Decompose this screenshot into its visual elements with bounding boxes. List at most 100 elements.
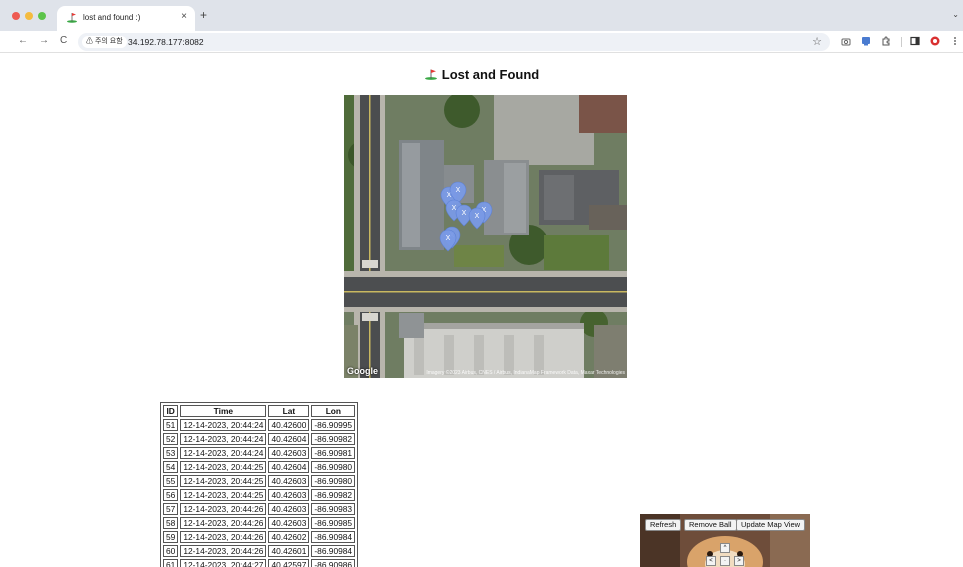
extensions-puzzle-icon[interactable] [881, 36, 891, 46]
marker-label: X [452, 205, 457, 212]
header-id: ID [163, 405, 179, 417]
security-warning-chip[interactable]: ⚠ 주의 요함 [82, 36, 127, 48]
refresh-button[interactable]: Refresh [645, 519, 682, 531]
table-row: 54 12-14-2023, 20:44:25 40.42604 -86.90980 [163, 461, 356, 473]
header-lat: Lat [268, 405, 310, 417]
golf-flag-icon [67, 13, 77, 23]
url-text[interactable]: 34.192.78.177:8082 [128, 36, 204, 48]
cell-lat: 40.42603 [268, 489, 310, 501]
table-row: 60 12-14-2023, 20:44:26 40.42601 -86.90984 [163, 545, 356, 557]
cell-time: 12-14-2023, 20:44:26 [180, 531, 267, 543]
page-title: Lost and Found [0, 67, 963, 82]
camera-feed-panel[interactable]: Refresh Remove Ball Update Map View ^ < … [640, 514, 810, 567]
cell-lon: -86.90986 [311, 559, 356, 567]
cell-lat: 40.42603 [268, 475, 310, 487]
marker-label: X [456, 187, 461, 194]
cell-id: 54 [163, 461, 179, 473]
table-row: 51 12-14-2023, 20:44:24 40.42600 -86.90995 [163, 419, 356, 431]
cell-time: 12-14-2023, 20:44:25 [180, 461, 267, 473]
cell-lon: -86.90985 [311, 517, 356, 529]
cell-id: 61 [163, 559, 179, 567]
screen-capture-icon[interactable] [861, 36, 871, 46]
forward-button[interactable]: → [39, 35, 49, 47]
location-marker[interactable]: X [439, 229, 457, 252]
google-logo: Google [347, 366, 378, 376]
profile-avatar-icon[interactable] [930, 36, 940, 46]
cell-lon: -86.90984 [311, 545, 356, 557]
cell-lat: 40.42603 [268, 447, 310, 459]
window-minimize-button[interactable] [25, 12, 33, 20]
tab-close-icon[interactable]: × [181, 11, 187, 23]
cell-lat: 40.42601 [268, 545, 310, 557]
cell-time: 12-14-2023, 20:44:25 [180, 475, 267, 487]
browser-toolbar: ← → C ⚠ 주의 요함 34.192.78.177:8082 ☆ [0, 31, 963, 53]
cell-lon: -86.90981 [311, 447, 356, 459]
cell-time: 12-14-2023, 20:44:27 [180, 559, 267, 567]
map-attribution: Imagery ©2023 Airbus, CNES / Airbus, Ind… [426, 370, 625, 376]
marker-label: X [446, 235, 451, 242]
cell-time: 12-14-2023, 20:44:24 [180, 447, 267, 459]
cell-id: 53 [163, 447, 179, 459]
update-map-view-button[interactable]: Update Map View [736, 519, 806, 531]
header-lon: Lon [311, 405, 356, 417]
cell-lat: 40.42602 [268, 531, 310, 543]
cell-lon: -86.90982 [311, 489, 356, 501]
reload-button[interactable]: C [60, 35, 67, 47]
table-row: 52 12-14-2023, 20:44:24 40.42604 -86.90982 [163, 433, 356, 445]
map-markers: X X X X X X X X [439, 181, 493, 252]
window-close-button[interactable] [12, 12, 20, 20]
cell-lon: -86.90983 [311, 503, 356, 515]
cell-time: 12-14-2023, 20:44:25 [180, 489, 267, 501]
marker-label: X [462, 210, 467, 217]
cell-time: 12-14-2023, 20:44:24 [180, 419, 267, 431]
back-button[interactable]: ← [18, 35, 28, 47]
cell-lat: 40.42600 [268, 419, 310, 431]
cell-time: 12-14-2023, 20:44:26 [180, 503, 267, 515]
marker-label: X [475, 213, 480, 220]
bookmark-star-icon[interactable]: ☆ [812, 35, 822, 49]
browser-titlebar: lost and found :) × + ⌄ [0, 0, 963, 31]
more-menu-icon[interactable] [950, 36, 960, 46]
cell-id: 52 [163, 433, 179, 445]
tab-title: lost and found :) [83, 13, 141, 22]
table-row: 57 12-14-2023, 20:44:26 40.42603 -86.90983 [163, 503, 356, 515]
side-panel-icon[interactable] [910, 36, 920, 46]
address-bar[interactable]: ⚠ 주의 요함 34.192.78.177:8082 ☆ [78, 33, 830, 51]
browser-tab[interactable]: lost and found :) × [57, 6, 195, 31]
cell-lon: -86.90980 [311, 475, 356, 487]
golf-flag-icon [424, 69, 437, 80]
move-left-button[interactable]: < [706, 556, 716, 566]
cell-lon: -86.90995 [311, 419, 356, 431]
camera-icon[interactable] [841, 36, 851, 46]
cell-time: 12-14-2023, 20:44:26 [180, 517, 267, 529]
table-row: 59 12-14-2023, 20:44:26 40.42602 -86.90984 [163, 531, 356, 543]
cell-lat: 40.42597 [268, 559, 310, 567]
window-maximize-button[interactable] [38, 12, 46, 20]
table-row: 56 12-14-2023, 20:44:25 40.42603 -86.90982 [163, 489, 356, 501]
cell-lat: 40.42604 [268, 433, 310, 445]
page-title-text: Lost and Found [441, 67, 540, 82]
cell-time: 12-14-2023, 20:44:24 [180, 433, 267, 445]
cell-id: 56 [163, 489, 179, 501]
move-center-button[interactable]: · [720, 556, 730, 566]
move-up-button[interactable]: ^ [720, 543, 730, 553]
new-tab-button[interactable]: + [200, 9, 207, 21]
header-time: Time [180, 405, 267, 417]
cell-lat: 40.42603 [268, 503, 310, 515]
cell-id: 57 [163, 503, 179, 515]
remove-ball-button[interactable]: Remove Ball [684, 519, 737, 531]
tab-search-icon[interactable]: ⌄ [952, 10, 959, 19]
cell-id: 60 [163, 545, 179, 557]
cell-lon: -86.90982 [311, 433, 356, 445]
location-marker[interactable]: X [468, 207, 486, 230]
cell-id: 58 [163, 517, 179, 529]
cell-lon: -86.90984 [311, 531, 356, 543]
table-header-row: ID Time Lat Lon [163, 405, 356, 417]
cell-id: 51 [163, 419, 179, 431]
table-row: 58 12-14-2023, 20:44:26 40.42603 -86.90985 [163, 517, 356, 529]
cell-lat: 40.42603 [268, 517, 310, 529]
satellite-map[interactable]: X X X X X X X X Google Imagery ©2023 Air… [344, 95, 627, 378]
cell-lat: 40.42604 [268, 461, 310, 473]
move-right-button[interactable]: > [734, 556, 744, 566]
table-row: 53 12-14-2023, 20:44:24 40.42603 -86.90981 [163, 447, 356, 459]
